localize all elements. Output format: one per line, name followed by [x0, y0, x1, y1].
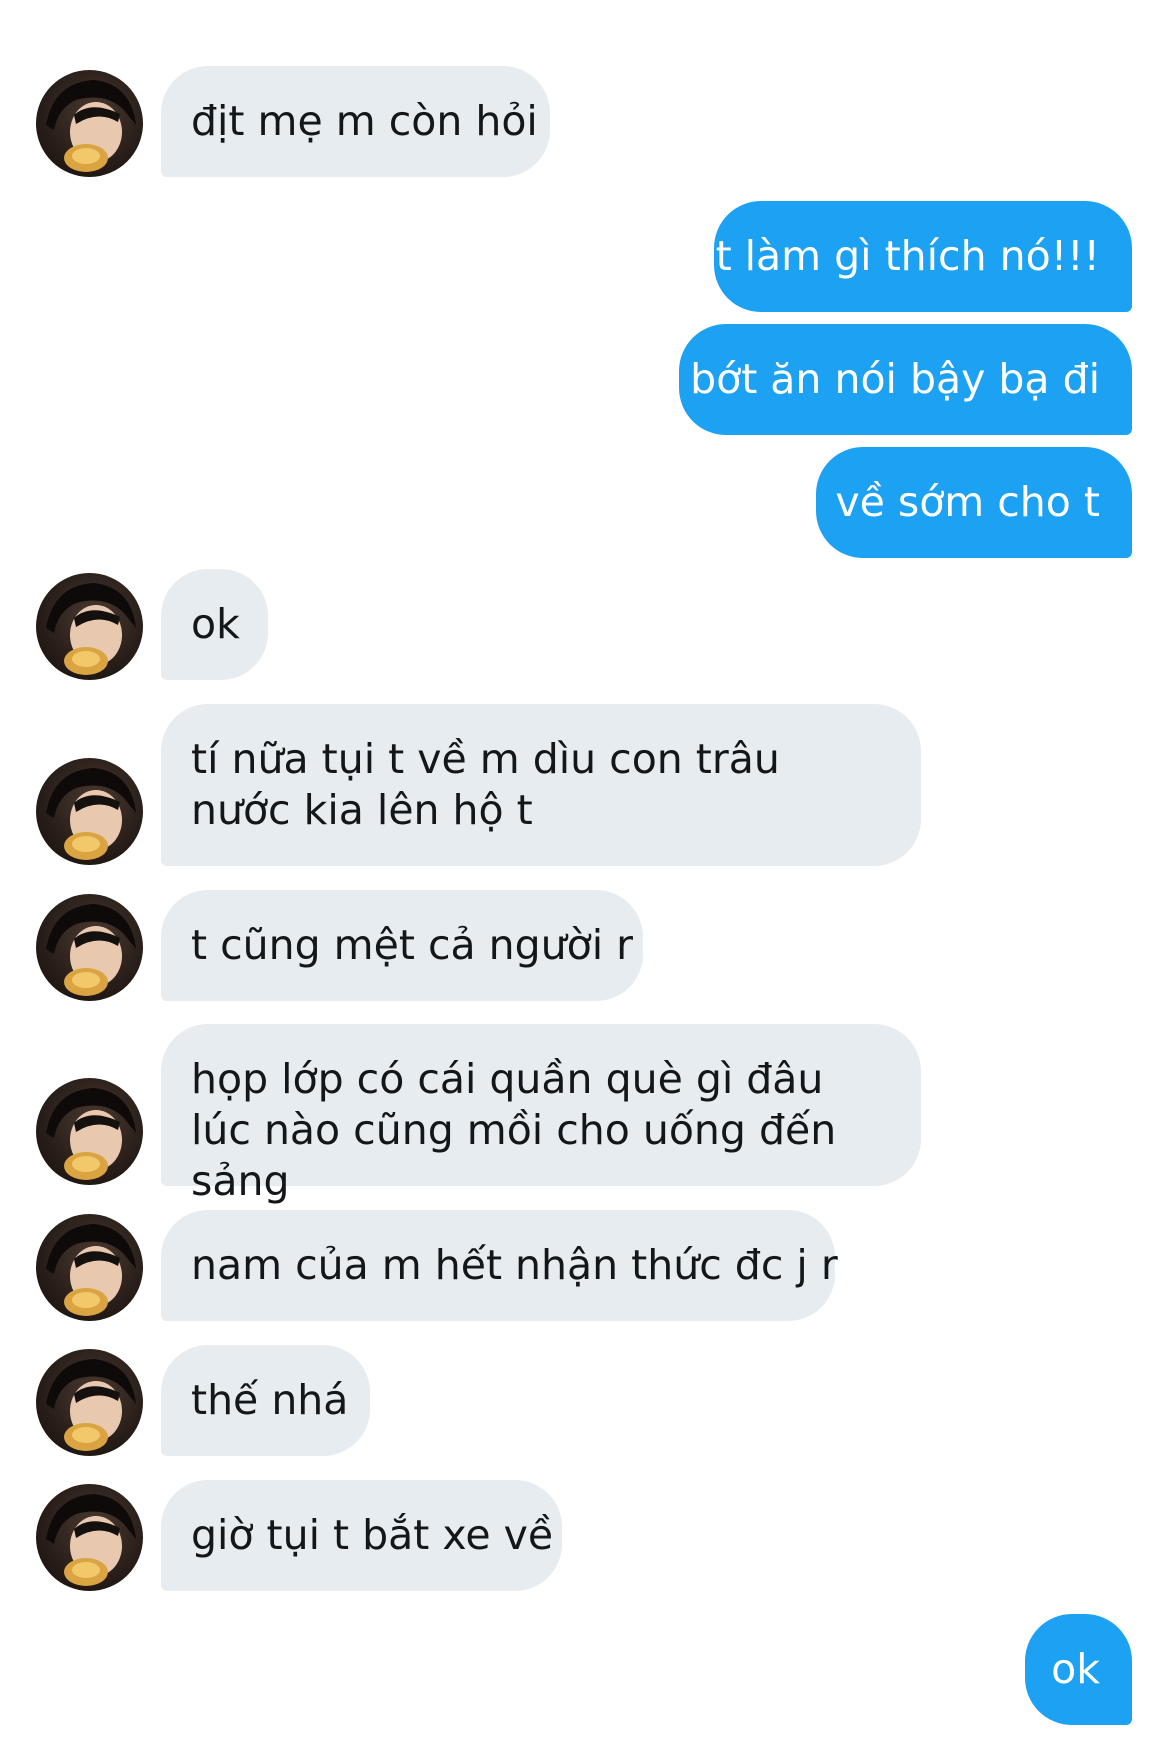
avatar[interactable]	[36, 1214, 143, 1321]
message-text: bớt ăn nói bậy bạ đi	[690, 355, 1100, 403]
message-text: t cũng mệt cả người r	[191, 921, 634, 969]
avatar[interactable]	[36, 894, 143, 1001]
avatar[interactable]	[36, 573, 143, 680]
outgoing-message[interactable]: về sớm cho t	[816, 447, 1132, 558]
incoming-message[interactable]: giờ tụi t bắt xe về	[161, 1480, 562, 1591]
message-text: thế nhá	[191, 1376, 349, 1424]
message-text: ok	[1051, 1645, 1100, 1693]
incoming-message[interactable]: địt mẹ m còn hỏi	[161, 66, 550, 177]
avatar-image	[46, 80, 136, 172]
outgoing-message[interactable]: bớt ăn nói bậy bạ đi	[679, 324, 1132, 435]
message-thread[interactable]: địt mẹ m còn hỏi t làm gì thích nó!!! bớ…	[0, 0, 1169, 1754]
avatar[interactable]	[36, 1484, 143, 1591]
avatar-image	[46, 583, 136, 675]
avatar-image	[46, 1359, 136, 1451]
incoming-message[interactable]: tí nữa tụi t về m dìu con trâu nước kia …	[161, 704, 921, 866]
avatar-image	[46, 1224, 136, 1316]
outgoing-message[interactable]: t làm gì thích nó!!!	[714, 201, 1132, 312]
avatar[interactable]	[36, 1349, 143, 1456]
incoming-message[interactable]: họp lớp có cái quần què gì đâu lúc nào c…	[161, 1024, 921, 1205]
message-text: về sớm cho t	[835, 478, 1100, 526]
incoming-message[interactable]: ok	[161, 569, 268, 680]
avatar[interactable]	[36, 758, 143, 865]
avatar-image	[46, 904, 136, 996]
avatar-image	[46, 1494, 136, 1586]
message-text: ok	[191, 600, 240, 648]
message-text: nam của m hết nhận thức đc j r	[191, 1241, 838, 1289]
avatar[interactable]	[36, 1078, 143, 1185]
incoming-message[interactable]: nam của m hết nhận thức đc j r	[161, 1210, 838, 1321]
message-text: địt mẹ m còn hỏi	[191, 97, 538, 145]
message-text: giờ tụi t bắt xe về	[191, 1511, 554, 1559]
message-text: họp lớp có cái quần què gì đâu lúc nào c…	[191, 1055, 837, 1205]
avatar[interactable]	[36, 70, 143, 177]
message-text: tí nữa tụi t về m dìu con trâu nước kia …	[191, 735, 780, 834]
outgoing-message[interactable]: ok	[1025, 1614, 1132, 1725]
incoming-message[interactable]: thế nhá	[161, 1345, 370, 1456]
avatar-image	[46, 768, 136, 860]
incoming-message[interactable]: t cũng mệt cả người r	[161, 890, 643, 1001]
avatar-image	[46, 1088, 136, 1180]
message-text: t làm gì thích nó!!!	[715, 232, 1100, 280]
